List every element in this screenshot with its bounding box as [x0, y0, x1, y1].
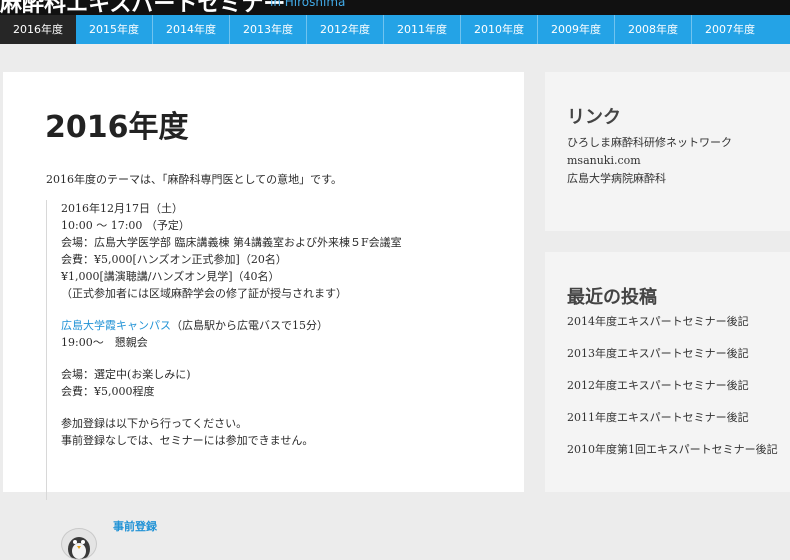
- links-widget-title: リンク: [567, 107, 621, 128]
- nav-item-2012[interactable]: 2012年度: [306, 15, 383, 44]
- recent-posts-widget: 最近の投稿 2014年度エキスパートセミナー後記 2013年度エキスパートセミナ…: [545, 252, 790, 492]
- links-widget: リンク ひろしま麻酔科研修ネットワーク msanuki.com 広島大学病院麻酔…: [545, 72, 790, 231]
- campus-line: 広島大学霞キャンパス（広島駅から広電バスで15分）: [61, 317, 402, 334]
- event-time: 10:00 〜 17:00 （予定）: [61, 219, 190, 232]
- party-venue: 会場：選定中(お楽しみに): [61, 368, 191, 381]
- recent-post-item[interactable]: 2013年度エキスパートセミナー後記: [567, 348, 778, 380]
- nav-item-2016[interactable]: 2016年度: [0, 15, 76, 44]
- recent-posts-title: 最近の投稿: [567, 287, 657, 308]
- event-venue: 会場：広島大学医学部 臨床講義棟 第4講義室および外来棟５F会議室: [61, 236, 402, 249]
- year-nav: 2016年度 2015年度 2014年度 2013年度 2012年度 2011年…: [0, 15, 790, 44]
- sidebar-link-network[interactable]: ひろしま麻酔科研修ネットワーク: [567, 134, 732, 152]
- penguin-avatar-icon[interactable]: [61, 528, 97, 560]
- nav-item-2011[interactable]: 2011年度: [383, 15, 460, 44]
- recent-post-item[interactable]: 2011年度エキスパートセミナー後記: [567, 412, 778, 444]
- event-fee-audit: ¥1,000[講演聴講/ハンズオン見学]（40名）: [61, 270, 280, 283]
- main-content: 2016年度 2016年度のテーマは、「麻酔科専門医としての意地」です。 201…: [3, 72, 524, 560]
- sidebar-link-msanuki[interactable]: msanuki.com: [567, 152, 732, 170]
- party-time: 19:00〜 懇親会: [61, 336, 148, 349]
- campus-link[interactable]: 広島大学霞キャンパス: [61, 319, 171, 332]
- event-details: 2016年12月17日（土） 10:00 〜 17:00 （予定） 会場：広島大…: [46, 200, 497, 560]
- recent-post-item[interactable]: 2010年度第1回エキスパートセミナー後記: [567, 444, 778, 476]
- certificate-note: （正式参加者には区域麻酔学会の修了証が授与されます）: [61, 287, 347, 300]
- nav-item-2013[interactable]: 2013年度: [229, 15, 306, 44]
- event-date: 2016年12月17日（土）: [61, 202, 183, 215]
- registration-link[interactable]: 事前登録: [113, 518, 157, 534]
- page-title: 2016年度: [45, 110, 189, 145]
- site-subtitle: in Hiroshima: [270, 0, 346, 9]
- nav-item-2010[interactable]: 2010年度: [460, 15, 537, 44]
- nav-item-2008[interactable]: 2008年度: [614, 15, 691, 44]
- registration-note: 参加登録は以下から行ってください。: [61, 417, 248, 430]
- nav-item-2015[interactable]: 2015年度: [76, 15, 152, 44]
- recent-post-item[interactable]: 2012年度エキスパートセミナー後記: [567, 380, 778, 412]
- nav-item-2007[interactable]: 2007年度: [691, 15, 768, 44]
- nav-item-2014[interactable]: 2014年度: [152, 15, 229, 44]
- campus-note: （広島駅から広電バスで15分）: [171, 319, 328, 332]
- party-fee: 会費：¥5,000程度: [61, 385, 155, 398]
- recent-post-item[interactable]: 2014年度エキスパートセミナー後記: [567, 316, 778, 348]
- nav-item-2009[interactable]: 2009年度: [537, 15, 614, 44]
- site-title[interactable]: 麻酔科エキスパートセミナー: [0, 0, 285, 15]
- intro-text: 2016年度のテーマは、「麻酔科専門医としての意地」です。: [46, 173, 343, 186]
- site-header: 麻酔科エキスパートセミナー in Hiroshima: [0, 0, 790, 15]
- registration-warning: 事前登録なしでは、セミナーには参加できません。: [61, 434, 314, 447]
- event-fee-full: 会費：¥5,000[ハンズオン正式参加]（20名）: [61, 253, 287, 266]
- sidebar-link-hospital[interactable]: 広島大学病院麻酔科: [567, 170, 732, 188]
